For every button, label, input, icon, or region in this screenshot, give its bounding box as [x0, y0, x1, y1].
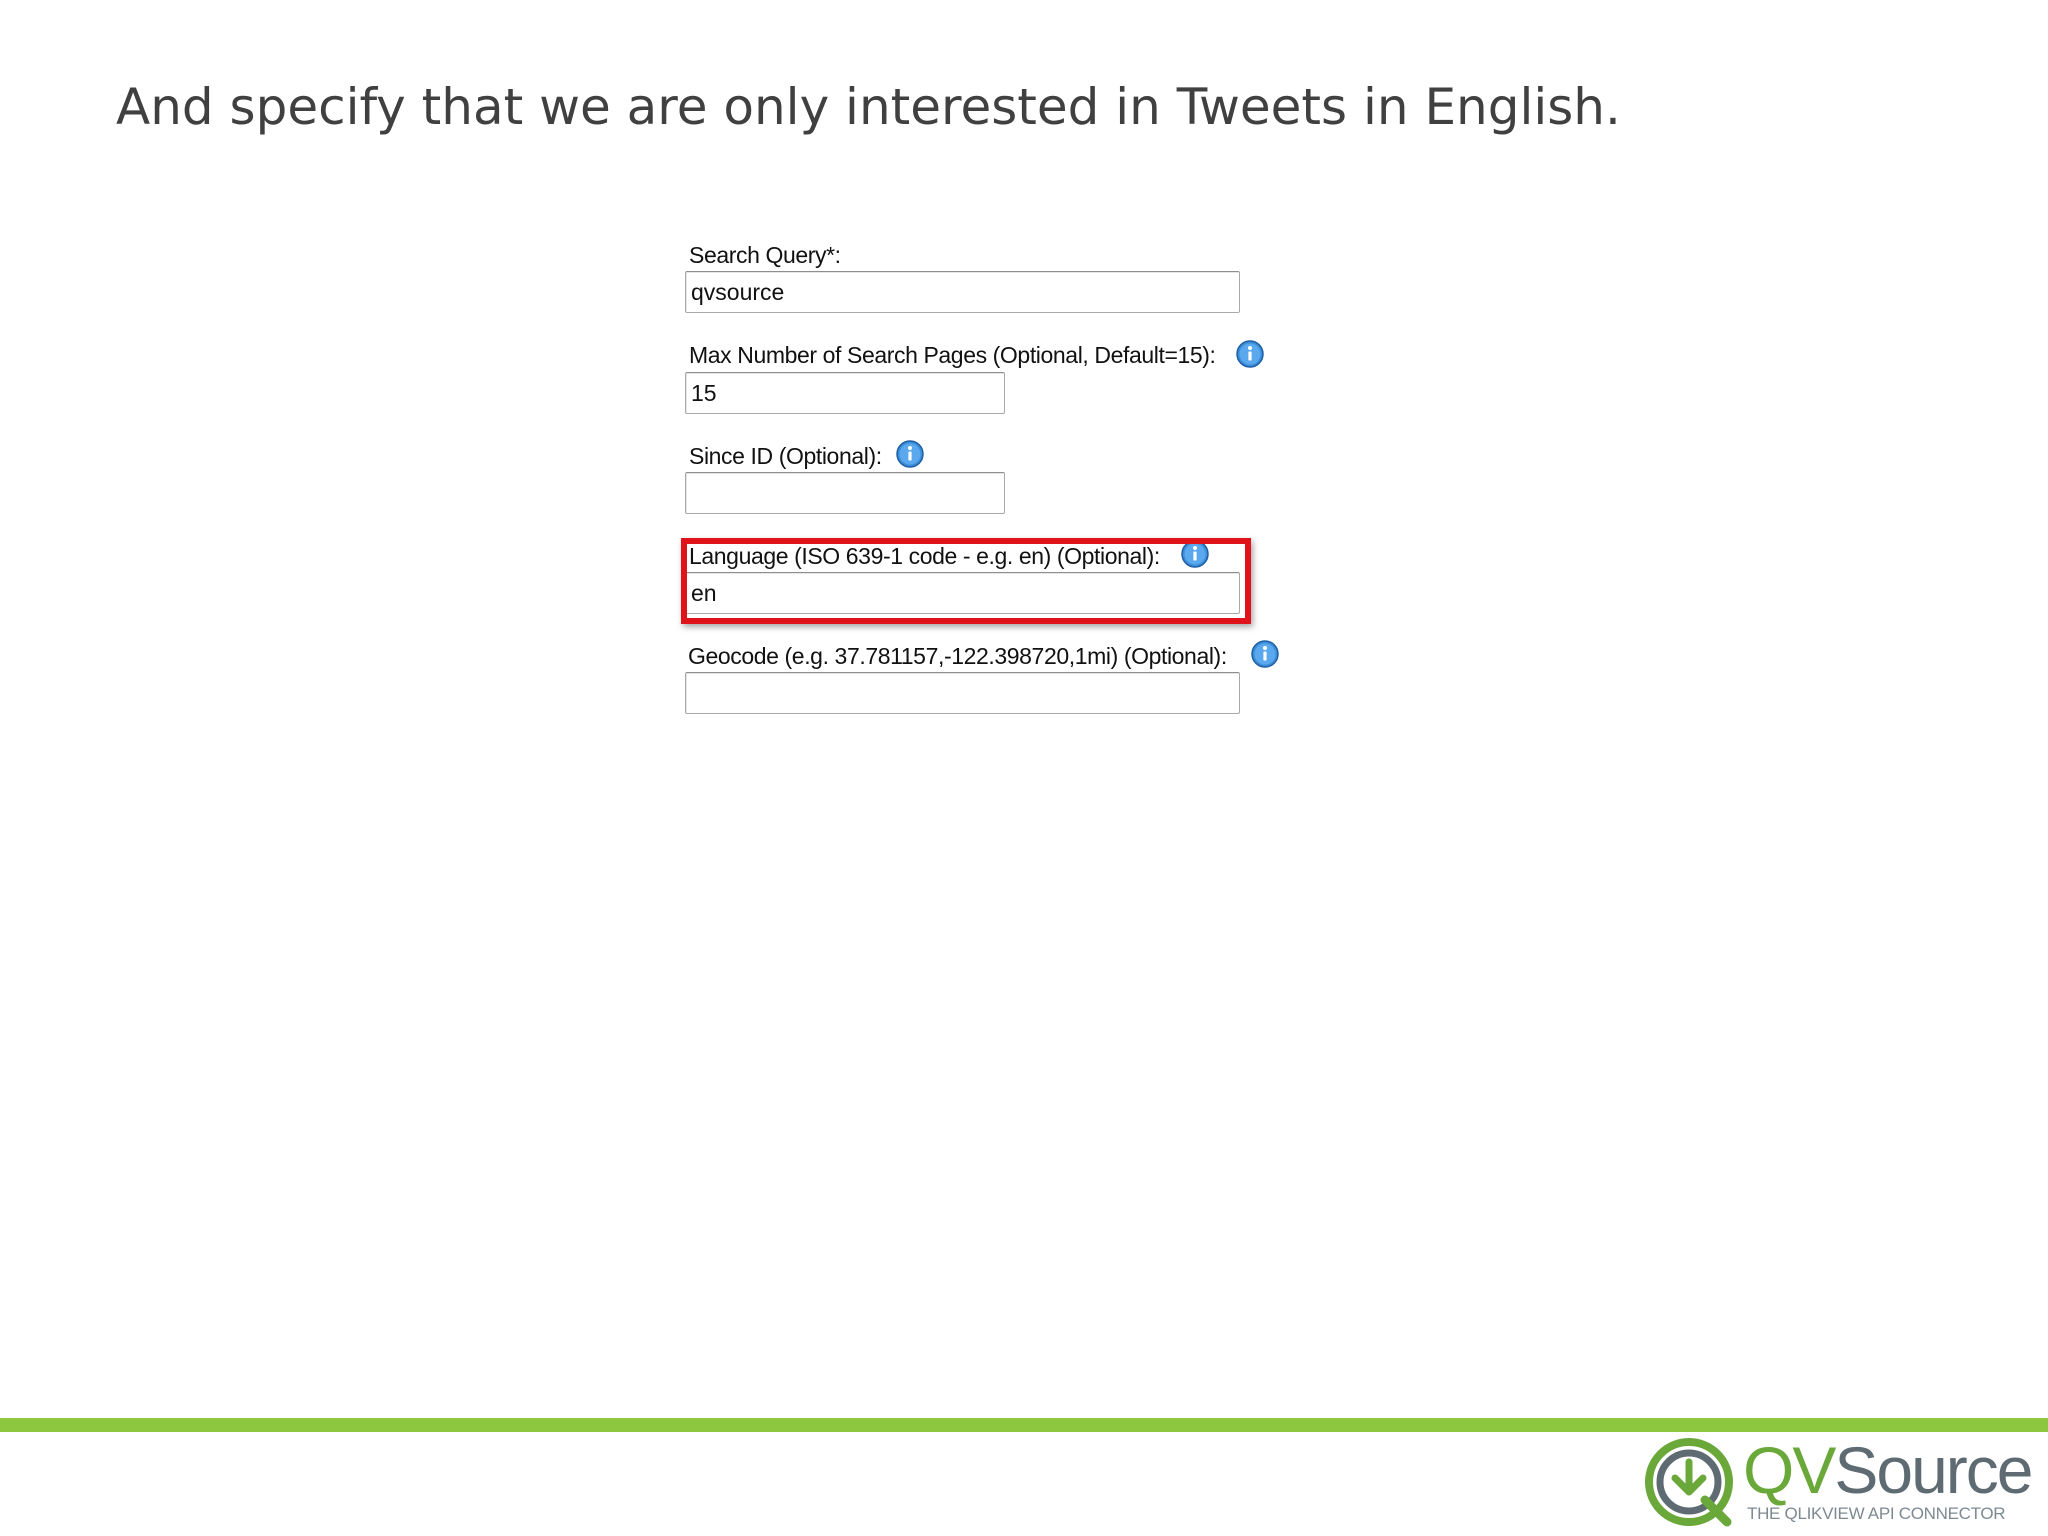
geocode-label: Geocode (e.g. 37.781157,-122.398720,1mi)… — [688, 643, 1227, 669]
qvsource-logo: QVSource THE QLIKVIEW API CONNECTOR — [1645, 1433, 2045, 1528]
language-label: Language (ISO 639-1 code - e.g. en) (Opt… — [689, 543, 1160, 569]
max-pages-input[interactable] — [685, 372, 1005, 414]
since-id-input[interactable] — [685, 472, 1005, 514]
info-icon[interactable] — [1180, 539, 1210, 569]
logo-tagline: THE QLIKVIEW API CONNECTOR — [1747, 1504, 2006, 1523]
info-icon[interactable] — [1250, 639, 1280, 669]
qvsource-logo-wordmark: QVSource — [1743, 1432, 2033, 1508]
search-query-input[interactable] — [685, 271, 1240, 313]
geocode-input[interactable] — [685, 672, 1240, 714]
slide-title: And specify that we are only interested … — [116, 78, 1621, 136]
language-input[interactable] — [685, 572, 1240, 614]
info-icon[interactable] — [895, 439, 925, 469]
info-icon[interactable] — [1235, 339, 1265, 369]
footer-bar — [0, 1418, 2048, 1432]
logo-qv-text: QV — [1743, 1433, 1836, 1507]
search-query-label: Search Query*: — [689, 242, 841, 268]
qvsource-logo-icon — [1645, 1438, 1733, 1527]
logo-source-text: Source — [1834, 1433, 2033, 1507]
max-pages-label: Max Number of Search Pages (Optional, De… — [689, 342, 1216, 368]
since-id-label: Since ID (Optional): — [689, 443, 882, 469]
